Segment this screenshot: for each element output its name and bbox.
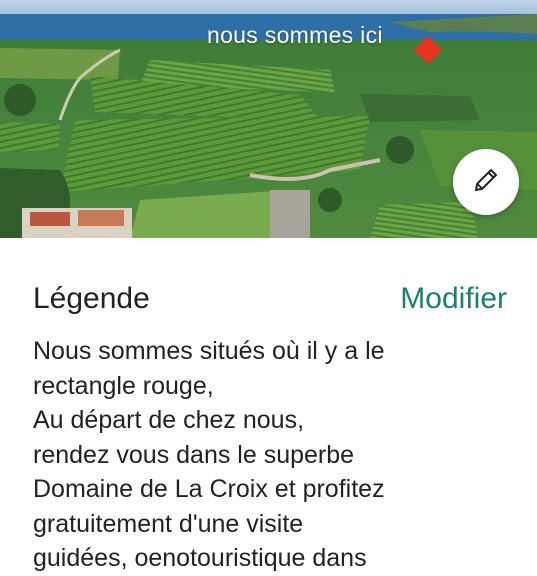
pencil-icon: [471, 165, 501, 200]
legend-header: Légende Modifier: [33, 282, 507, 316]
location-overlay-label: nous sommes ici: [207, 22, 383, 48]
legend-title: Légende: [33, 282, 150, 315]
edit-photo-button[interactable]: [453, 149, 519, 215]
legend-caption: Nous sommes situés où il y a le rectangl…: [33, 334, 513, 576]
caption-line: gratuitement d'une visite: [33, 509, 304, 538]
legend-section: Légende Modifier Nous sommes situés où i…: [0, 238, 537, 572]
caption-line: Au départ de chez nous,: [33, 406, 305, 434]
caption-line: guidées, oenotouristique dans: [33, 544, 367, 572]
caption-line: rectangle rouge,: [33, 371, 214, 400]
caption-line: rendez vous dans le superbe: [33, 440, 355, 469]
caption-line: Domaine de La Croix et profitez: [33, 475, 385, 503]
modify-legend-link[interactable]: Modifier: [400, 282, 507, 316]
caption-line: Nous sommes situés où il y a le: [33, 337, 385, 365]
